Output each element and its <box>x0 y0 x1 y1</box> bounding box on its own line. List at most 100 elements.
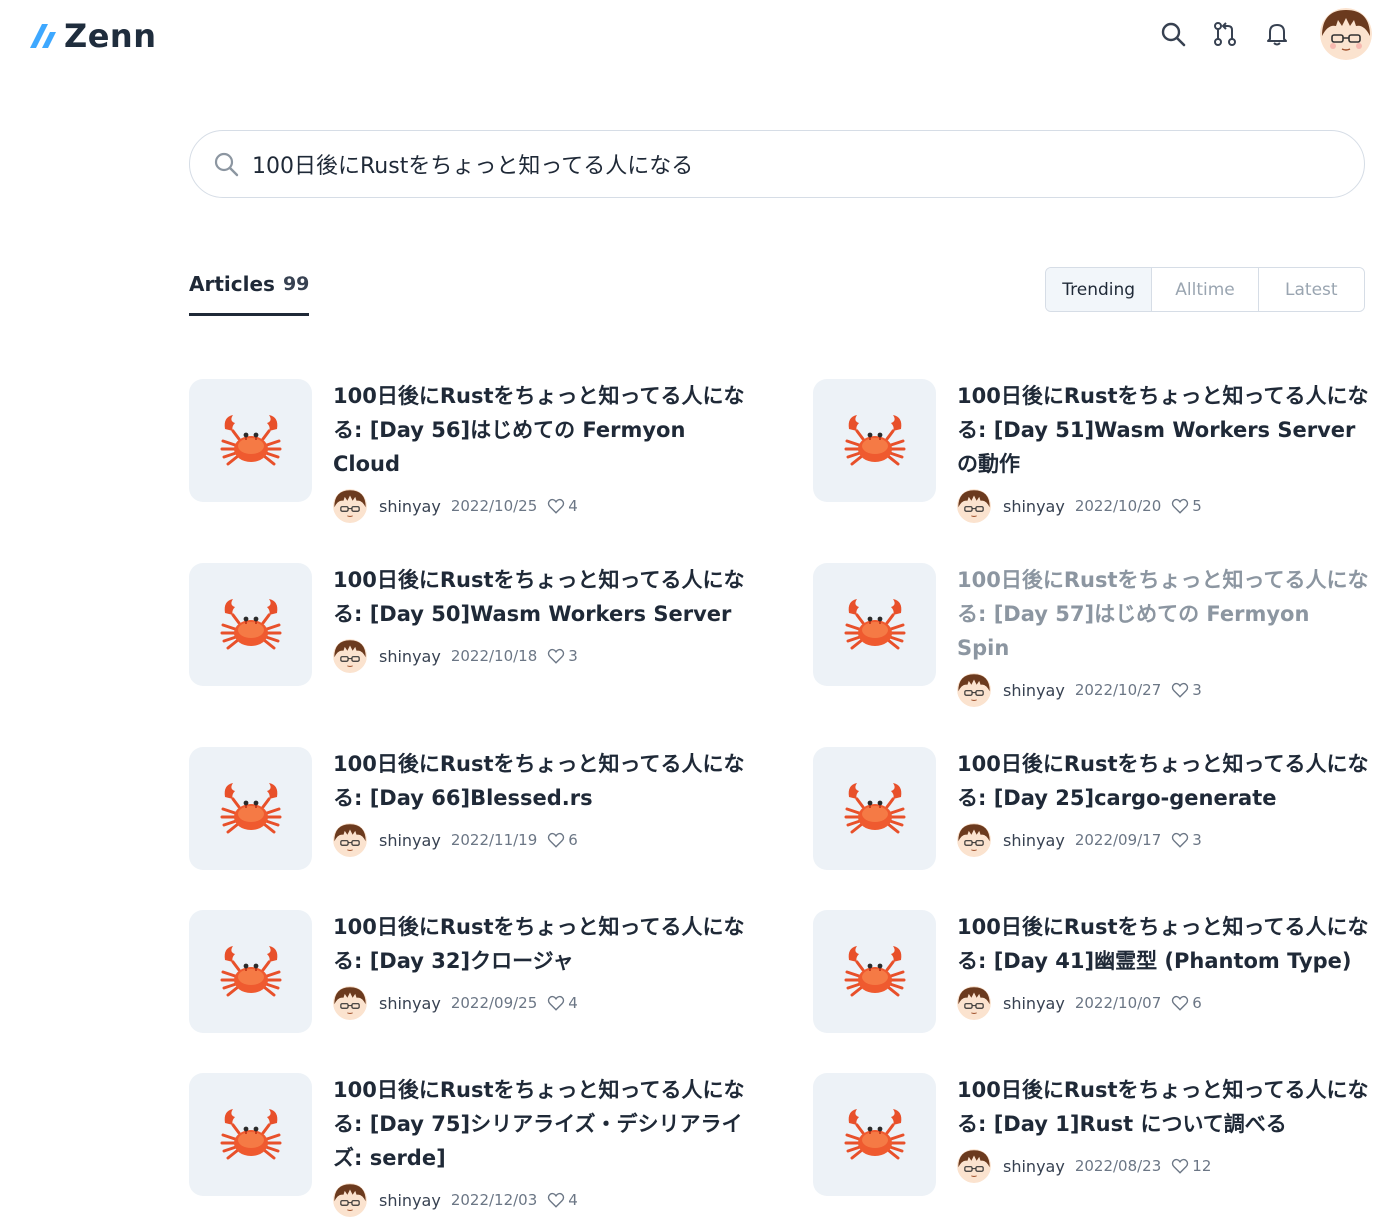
heart-icon <box>1172 832 1189 848</box>
sort-alltime-button[interactable]: Alltime <box>1152 268 1259 311</box>
heart-icon <box>1172 1158 1189 1174</box>
author-avatar[interactable] <box>957 823 991 857</box>
search-input[interactable] <box>252 151 1332 177</box>
avatar-icon <box>1320 8 1372 60</box>
user-avatar[interactable] <box>1320 8 1372 60</box>
author-avatar[interactable] <box>333 489 367 523</box>
author-avatar-icon <box>957 673 991 707</box>
author-avatar[interactable] <box>957 673 991 707</box>
zenn-logo[interactable]: Zenn <box>28 16 156 56</box>
article-meta: shinyay 2022/08/23 12 <box>957 1149 1211 1183</box>
author-avatar[interactable] <box>957 1149 991 1183</box>
author-avatar-icon <box>957 823 991 857</box>
author-name[interactable]: shinyay <box>379 1191 441 1210</box>
article-item: 100日後にRustをちょっと知ってる人になる: [Day 32]クロージャ s… <box>189 910 749 1050</box>
article-title[interactable]: 100日後にRustをちょっと知ってる人になる: [Day 56]はじめての F… <box>333 379 745 481</box>
author-avatar[interactable] <box>333 1183 367 1217</box>
like-count: 3 <box>568 647 578 665</box>
crab-icon <box>220 782 281 833</box>
like-count: 4 <box>568 1191 578 1209</box>
like-count: 3 <box>1192 831 1202 849</box>
article-meta: shinyay 2022/10/27 3 <box>957 673 1202 707</box>
author-name[interactable]: shinyay <box>1003 681 1065 700</box>
author-avatar[interactable] <box>333 639 367 673</box>
author-avatar[interactable] <box>957 986 991 1020</box>
crab-icon <box>220 945 281 996</box>
author-name[interactable]: shinyay <box>379 831 441 850</box>
article-title[interactable]: 100日後にRustをちょっと知ってる人になる: [Day 25]cargo-g… <box>957 747 1369 815</box>
article-thumbnail[interactable] <box>813 747 936 870</box>
article-thumbnail[interactable] <box>189 563 312 686</box>
crab-icon <box>220 1108 281 1159</box>
author-avatar[interactable] <box>957 489 991 523</box>
article-meta: shinyay 2022/10/25 4 <box>333 489 578 523</box>
article-title[interactable]: 100日後にRustをちょっと知ってる人になる: [Day 1]Rust につい… <box>957 1073 1369 1141</box>
article-item: 100日後にRustをちょっと知ってる人になる: [Day 41]幽霊型 (Ph… <box>813 910 1373 1050</box>
article-thumbnail[interactable] <box>189 747 312 870</box>
article-meta: shinyay 2022/11/19 6 <box>333 823 578 857</box>
sort-latest-button[interactable]: Latest <box>1258 268 1364 311</box>
article-meta: shinyay 2022/12/03 4 <box>333 1183 578 1217</box>
article-thumbnail[interactable] <box>813 563 936 686</box>
author-avatar-icon <box>957 489 991 523</box>
header: Zenn <box>0 0 1400 72</box>
published-date: 2022/10/20 <box>1074 497 1162 515</box>
article-thumbnail[interactable] <box>189 379 312 502</box>
crab-icon <box>844 414 905 465</box>
crab-icon <box>844 945 905 996</box>
article-title[interactable]: 100日後にRustをちょっと知ってる人になる: [Day 41]幽霊型 (Ph… <box>957 910 1369 978</box>
author-name[interactable]: shinyay <box>1003 497 1065 516</box>
article-thumbnail[interactable] <box>813 1073 936 1196</box>
heart-icon <box>548 498 565 514</box>
sort-toggle: Trending Alltime Latest <box>1045 267 1365 312</box>
article-item: 100日後にRustをちょっと知ってる人になる: [Day 51]Wasm Wo… <box>813 379 1373 523</box>
articles-count: 99 <box>282 273 310 295</box>
article-title[interactable]: 100日後にRustをちょっと知ってる人になる: [Day 32]クロージャ <box>333 910 745 978</box>
like-count: 12 <box>1192 1157 1212 1175</box>
article-meta: shinyay 2022/09/25 4 <box>333 986 578 1020</box>
search-icon <box>214 152 239 177</box>
author-avatar-icon <box>333 489 367 523</box>
article-thumbnail[interactable] <box>813 910 936 1033</box>
author-name[interactable]: shinyay <box>1003 994 1065 1013</box>
article-item: 100日後にRustをちょっと知ってる人になる: [Day 66]Blessed… <box>189 747 749 887</box>
article-item: 100日後にRustをちょっと知ってる人になる: [Day 25]cargo-g… <box>813 747 1373 887</box>
published-date: 2022/10/18 <box>450 647 538 665</box>
article-thumbnail[interactable] <box>189 1073 312 1196</box>
notifications-button[interactable] <box>1261 18 1293 50</box>
search-button[interactable] <box>1157 18 1189 50</box>
author-name[interactable]: shinyay <box>1003 1157 1065 1176</box>
published-date: 2022/10/07 <box>1074 994 1162 1012</box>
author-avatar[interactable] <box>333 986 367 1020</box>
published-date: 2022/12/03 <box>450 1191 538 1209</box>
crab-icon <box>220 414 281 465</box>
article-item: 100日後にRustをちょっと知ってる人になる: [Day 56]はじめての F… <box>189 379 749 523</box>
author-name[interactable]: shinyay <box>1003 831 1065 850</box>
logo-text: Zenn <box>64 17 157 55</box>
like-count: 4 <box>568 497 578 515</box>
author-name[interactable]: shinyay <box>379 994 441 1013</box>
author-avatar-icon <box>333 639 367 673</box>
article-title[interactable]: 100日後にRustをちょっと知ってる人になる: [Day 51]Wasm Wo… <box>957 379 1369 481</box>
author-name[interactable]: shinyay <box>379 497 441 516</box>
article-meta: shinyay 2022/10/20 5 <box>957 489 1202 523</box>
article-thumbnail[interactable] <box>189 910 312 1033</box>
crab-icon <box>844 782 905 833</box>
article-title[interactable]: 100日後にRustをちょっと知ってる人になる: [Day 57]はじめての F… <box>957 563 1369 665</box>
like-count: 3 <box>1192 681 1202 699</box>
author-avatar-icon <box>957 986 991 1020</box>
article-thumbnail[interactable] <box>813 379 936 502</box>
author-avatar[interactable] <box>333 823 367 857</box>
drafts-button[interactable] <box>1209 18 1241 50</box>
tab-articles[interactable]: Articles 99 <box>189 272 310 316</box>
crab-icon <box>220 598 281 649</box>
search-box[interactable] <box>189 130 1365 198</box>
published-date: 2022/10/27 <box>1074 681 1162 699</box>
sort-trending-button[interactable]: Trending <box>1046 268 1153 311</box>
article-title[interactable]: 100日後にRustをちょっと知ってる人になる: [Day 66]Blessed… <box>333 747 745 815</box>
article-title[interactable]: 100日後にRustをちょっと知ってる人になる: [Day 50]Wasm Wo… <box>333 563 745 631</box>
pull-request-icon <box>1214 22 1236 46</box>
article-title[interactable]: 100日後にRustをちょっと知ってる人になる: [Day 75]シリアライズ・… <box>333 1073 745 1175</box>
crab-icon <box>844 1108 905 1159</box>
author-name[interactable]: shinyay <box>379 647 441 666</box>
